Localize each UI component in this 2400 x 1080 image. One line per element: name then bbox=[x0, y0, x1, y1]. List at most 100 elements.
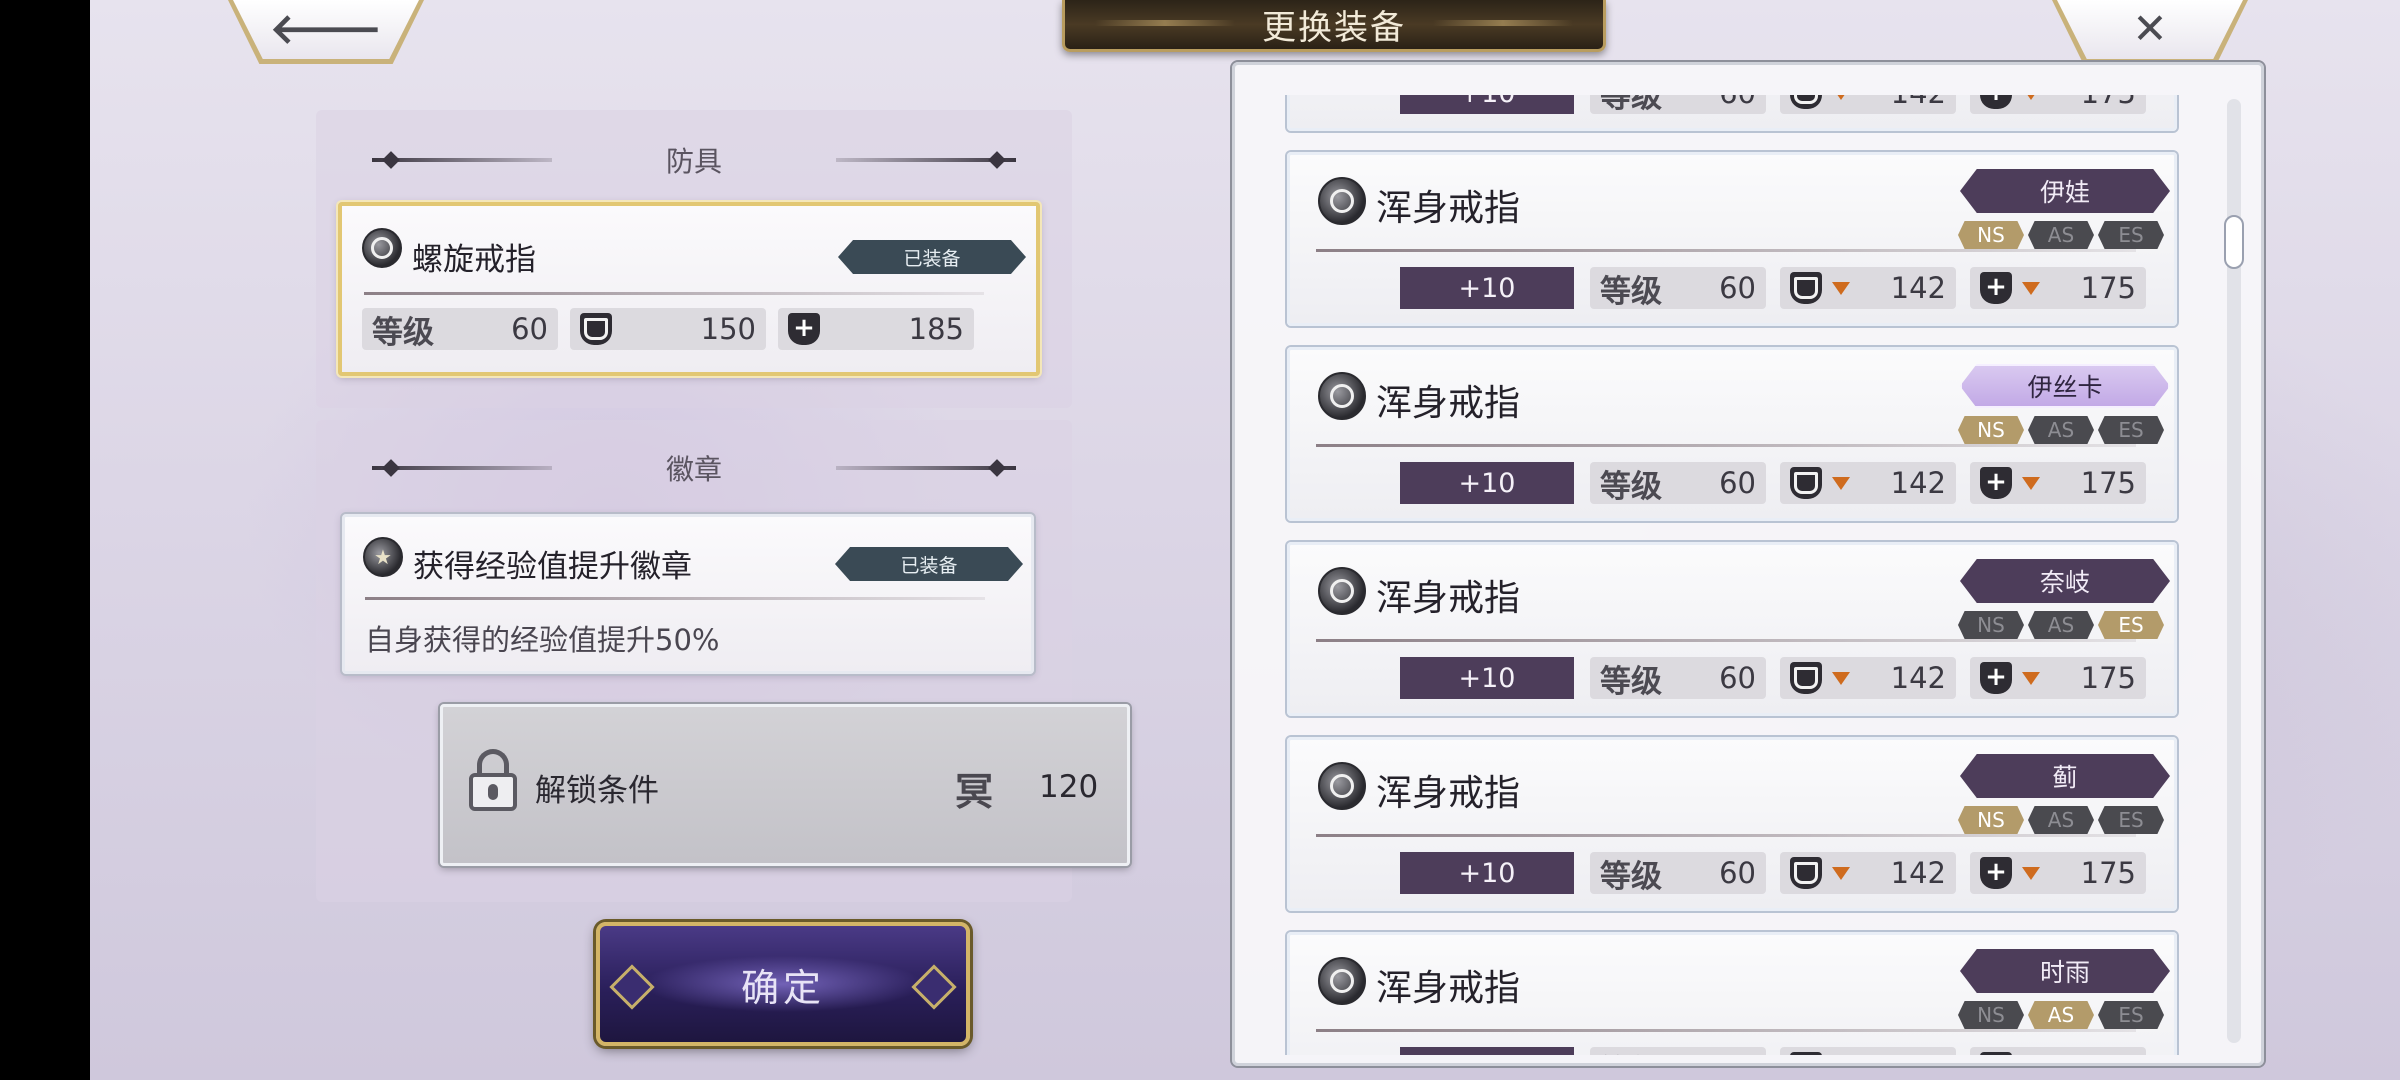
equipped-badge: 已装备 bbox=[838, 240, 1026, 274]
badge-description: 自身获得的经验值提升50% bbox=[365, 623, 720, 657]
ring-item-name: 浑身戒指 bbox=[1376, 578, 1521, 619]
level-label: 等级 bbox=[1600, 1046, 1662, 1056]
series-tag-ns: NS bbox=[1958, 1001, 2024, 1029]
decrease-arrow-icon bbox=[1832, 95, 1850, 100]
health-cross-icon bbox=[1980, 857, 2012, 889]
ring-icon bbox=[1318, 177, 1366, 225]
mystic-rank-icon: 冥 bbox=[955, 769, 994, 814]
level-value: 60 bbox=[1719, 95, 1756, 110]
decrease-arrow-icon bbox=[2022, 281, 2040, 295]
shield-icon bbox=[1790, 857, 1822, 889]
hp-value: 175 bbox=[2081, 1051, 2136, 1055]
card-divider bbox=[1316, 249, 2136, 252]
close-icon: ✕ bbox=[2132, 4, 2168, 53]
ornament-right bbox=[836, 466, 1016, 470]
series-tag-es: ES bbox=[2098, 1001, 2164, 1029]
level-stat: 等级 60 bbox=[1590, 657, 1766, 700]
health-cross-icon bbox=[788, 313, 820, 345]
ornament-left bbox=[372, 158, 552, 162]
enhance-level: +10 bbox=[1400, 462, 1574, 504]
hp-stat: 185 bbox=[778, 308, 974, 350]
hp-stat: 175 bbox=[1970, 95, 2146, 114]
close-button[interactable]: ✕ bbox=[2052, 0, 2248, 64]
enhance-level: +10 bbox=[1400, 1047, 1574, 1055]
equipped-badge-card[interactable]: 获得经验值提升徽章 已装备 自身获得的经验值提升50% bbox=[342, 514, 1034, 674]
character-tag: 伊丝卡 bbox=[1960, 364, 2170, 408]
card-divider bbox=[1316, 639, 2136, 642]
defense-stat: 142 bbox=[1780, 852, 1956, 894]
level-stat: 等级 60 bbox=[1590, 267, 1766, 310]
shield-icon bbox=[1790, 662, 1822, 694]
defense-stat: 142 bbox=[1780, 95, 1956, 114]
enhance-level: +10 bbox=[1400, 267, 1574, 309]
level-value: 60 bbox=[1719, 271, 1756, 305]
decrease-arrow-icon bbox=[2022, 476, 2040, 490]
defense-value: 142 bbox=[1890, 466, 1946, 500]
shield-icon bbox=[1790, 272, 1822, 304]
confirm-label: 确定 bbox=[740, 965, 825, 1010]
ring-list-item[interactable]: 浑身戒指 时雨 NSASES +10 等级 60 142 175 bbox=[1287, 932, 2177, 1055]
back-button[interactable]: 🡐 bbox=[228, 0, 424, 64]
lock-icon bbox=[469, 749, 517, 811]
level-stat: 等级 60 bbox=[1590, 852, 1766, 895]
level-stat: 等级 60 bbox=[1590, 462, 1766, 505]
health-cross-icon bbox=[1980, 272, 2012, 304]
series-tag-ns: NS bbox=[1958, 611, 2024, 639]
decrease-arrow-icon bbox=[1832, 281, 1850, 295]
series-tag-as: AS bbox=[2028, 221, 2094, 249]
health-cross-icon bbox=[1980, 1052, 2012, 1055]
ring-icon bbox=[362, 228, 402, 268]
defense-value: 142 bbox=[1890, 271, 1946, 305]
ring-list-item[interactable]: 浑身戒指 奈岐 NSASES +10 等级 60 142 175 bbox=[1287, 542, 2177, 716]
level-label: 等级 bbox=[372, 314, 434, 351]
armor-section-header: 防具 bbox=[316, 140, 1072, 180]
defense-stat: 150 bbox=[570, 308, 766, 350]
level-stat: 等级 60 bbox=[1590, 95, 1766, 115]
defense-stat: 142 bbox=[1780, 1047, 1956, 1055]
ring-list-item[interactable]: 浑身戒指 伊丝卡 NSASES +10 等级 60 142 175 bbox=[1287, 347, 2177, 521]
locked-slot-card[interactable]: 解锁条件 冥 120 bbox=[440, 704, 1130, 866]
armor-panel: 防具 螺旋戒指 已装备 等级 60 150 185 bbox=[316, 110, 1072, 408]
hp-stat: 175 bbox=[1970, 267, 2146, 309]
level-stat: 等级 60 bbox=[1590, 1047, 1766, 1055]
ring-list-panel[interactable]: +10等级60142175浑身戒指伊娃NSASES+10等级60142175浑身… bbox=[1232, 62, 2264, 1066]
ring-list-item[interactable]: +10 等级 60 142 175 bbox=[1287, 95, 2177, 131]
ring-list: +10等级60142175浑身戒指伊娃NSASES+10等级60142175浑身… bbox=[1235, 95, 2235, 1055]
ornament-right bbox=[836, 158, 1016, 162]
ring-list-item[interactable]: 浑身戒指 伊娃 NSASES +10 等级 60 142 175 bbox=[1287, 152, 2177, 326]
level-label: 等级 bbox=[1600, 273, 1662, 310]
equipped-armor-card[interactable]: 螺旋戒指 已装备 等级 60 150 185 bbox=[338, 202, 1040, 376]
unlock-condition-value: 120 bbox=[1039, 769, 1099, 805]
scroll-thumb[interactable] bbox=[2224, 215, 2244, 269]
page-title: 更换装备 bbox=[1062, 0, 1606, 52]
defense-value: 142 bbox=[1891, 95, 1946, 110]
series-tag-es: ES bbox=[2098, 611, 2164, 639]
list-scrollbar[interactable] bbox=[2224, 99, 2244, 1043]
shield-icon bbox=[580, 313, 612, 345]
armor-item-name: 螺旋戒指 bbox=[412, 242, 536, 278]
decrease-arrow-icon bbox=[1832, 866, 1850, 880]
armor-section-title: 防具 bbox=[665, 145, 722, 178]
health-cross-icon bbox=[1980, 467, 2012, 499]
health-cross-icon bbox=[1980, 662, 2012, 694]
character-tag: 时雨 bbox=[1960, 949, 2170, 993]
equipment-screen: 🡐 更换装备 ✕ 防具 螺旋戒指 已装备 等级 60 150 + 185 徽章 … bbox=[90, 0, 2400, 1080]
ring-list-item[interactable]: 浑身戒指 蓟 NSASES +10 等级 60 142 175 bbox=[1287, 737, 2177, 911]
level-value: 60 bbox=[511, 312, 548, 346]
series-tag-es: ES bbox=[2098, 221, 2164, 249]
enhance-level: +10 bbox=[1400, 657, 1574, 699]
hp-value: 175 bbox=[2080, 466, 2136, 500]
decrease-arrow-icon bbox=[2022, 95, 2040, 100]
card-divider bbox=[1316, 834, 2136, 837]
series-tag-es: ES bbox=[2098, 416, 2164, 444]
series-tags: NS AS ES bbox=[1958, 806, 2168, 834]
shield-icon bbox=[1790, 467, 1822, 499]
hp-stat: 175 bbox=[1970, 1047, 2146, 1055]
badge-section-title: 徽章 bbox=[665, 453, 722, 486]
badge-section-header: 徽章 bbox=[316, 448, 1072, 488]
ring-item-name: 浑身戒指 bbox=[1376, 773, 1521, 814]
decrease-arrow-icon bbox=[2022, 866, 2040, 880]
level-label: 等级 bbox=[1600, 95, 1662, 115]
hp-value: 175 bbox=[2080, 271, 2136, 305]
confirm-button[interactable]: 确定 bbox=[596, 922, 970, 1046]
